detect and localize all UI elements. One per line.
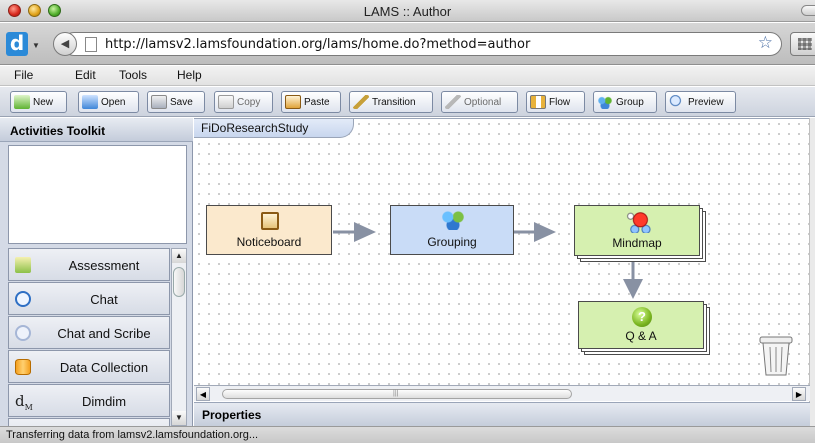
activity-node-grouping[interactable]: Grouping — [390, 205, 514, 255]
toolkit-item-label: Chat and Scribe — [57, 326, 151, 341]
toolkit-description-area — [8, 145, 187, 244]
flow-button-label: Flow — [549, 96, 571, 108]
dropdown-arrow-icon[interactable]: ▼ — [32, 41, 40, 50]
save-button[interactable]: Save — [147, 91, 205, 113]
window-title-bar: LAMS :: Author — [0, 0, 815, 22]
chat-bubble-icon — [15, 291, 31, 307]
browser-navigation-bar: d ▼ ◀ http://lamsv2.lamsfoundation.org/l… — [0, 23, 815, 65]
horizontal-scroll-thumb[interactable]: ||| — [222, 389, 572, 399]
copy-button-label: Copy — [237, 96, 261, 108]
menu-help[interactable]: Help — [177, 68, 202, 82]
open-button-label: Open — [101, 96, 126, 108]
open-button[interactable]: Open — [78, 91, 139, 113]
transition-arrow[interactable] — [513, 222, 556, 242]
toolkit-item-dimdim[interactable]: dM Dimdim — [8, 384, 170, 417]
paste-button-label: Paste — [304, 96, 330, 108]
magnifier-icon — [669, 95, 685, 109]
transition-button[interactable]: Transition — [349, 91, 433, 113]
toolkit-item-data-collection[interactable]: Data Collection — [8, 350, 170, 383]
group-icon — [440, 210, 466, 230]
toolkit-item-chat-and-scribe[interactable]: Chat and Scribe — [8, 316, 170, 349]
paste-icon — [285, 95, 301, 109]
menu-bar: File Edit Tools Help — [0, 66, 815, 86]
authoring-toolbar: New Open Save Copy Paste Transition Opti… — [0, 87, 815, 117]
preview-button[interactable]: Preview — [665, 91, 736, 113]
chat-scribe-icon — [15, 325, 31, 341]
node-label: Mindmap — [612, 236, 662, 250]
mindmap-icon — [625, 209, 653, 233]
assessment-icon — [15, 257, 31, 273]
toolkit-item-next[interactable] — [8, 418, 170, 426]
status-bar-text: Transferring data from lamsv2.lamsfounda… — [0, 426, 815, 443]
group-button[interactable]: Group — [593, 91, 657, 113]
group-button-label: Group — [616, 96, 644, 108]
transition-arrow[interactable] — [333, 222, 376, 242]
noticeboard-icon — [261, 212, 279, 230]
toolkit-scrollbar[interactable]: ▲ ▼ — [171, 248, 187, 426]
properties-panel-header[interactable]: Properties — [194, 402, 810, 426]
activity-node-mindmap[interactable]: Mindmap — [574, 205, 700, 256]
transition-button-label: Transition — [372, 96, 416, 108]
activity-node-noticeboard[interactable]: Noticeboard — [206, 205, 332, 255]
flow-button[interactable]: Flow — [526, 91, 585, 113]
save-icon — [151, 95, 167, 109]
paste-button[interactable]: Paste — [281, 91, 341, 113]
bookmark-star-icon[interactable]: ☆ — [758, 33, 773, 53]
scroll-up-arrow-icon[interactable]: ▲ — [172, 249, 186, 263]
address-bar[interactable]: ◀ http://lamsv2.lamsfoundation.org/lams/… — [53, 32, 782, 56]
new-button-label: New — [33, 96, 54, 108]
activity-node-qa[interactable]: ? Q & A — [578, 301, 704, 349]
url-text[interactable]: http://lamsv2.lamsfoundation.org/lams/ho… — [105, 37, 530, 52]
toolkit-item-label: Data Collection — [59, 360, 149, 375]
toolkit-list: Assessment Chat Chat and Scribe Data Col… — [8, 248, 170, 426]
dimdim-icon: dM — [15, 392, 33, 412]
menu-file[interactable]: File — [14, 68, 33, 82]
node-label: Noticeboard — [236, 235, 302, 249]
scroll-right-arrow-icon[interactable]: ▶ — [792, 387, 806, 401]
optional-button[interactable]: Optional — [441, 91, 518, 113]
new-icon — [14, 95, 30, 109]
transition-arrow[interactable] — [623, 262, 643, 299]
node-label: Q & A — [625, 329, 657, 343]
grip-icon: ||| — [393, 390, 399, 397]
design-canvas[interactable]: FiDoResearchStudy Noticeboard Grouping M… — [194, 118, 810, 385]
scroll-left-arrow-icon[interactable]: ◀ — [196, 387, 210, 401]
database-icon — [15, 359, 31, 375]
question-icon: ? — [632, 307, 652, 327]
toolbar-toggle-button[interactable] — [801, 5, 815, 16]
back-button[interactable]: ◀ — [53, 32, 77, 56]
new-button[interactable]: New — [10, 91, 67, 113]
menu-edit[interactable]: Edit — [75, 68, 96, 82]
preview-button-label: Preview — [688, 96, 724, 108]
node-label: Grouping — [427, 235, 477, 249]
scroll-down-arrow-icon[interactable]: ▼ — [172, 411, 186, 425]
folder-icon — [82, 95, 98, 109]
flow-icon — [530, 95, 546, 109]
page-icon — [85, 37, 97, 52]
pencil-icon — [445, 95, 461, 109]
toolkit-item-label: Chat — [90, 292, 118, 307]
canvas-horizontal-scrollbar[interactable]: ◀ ||| ▶ — [194, 385, 810, 401]
activities-toolkit-panel: Activities Toolkit Assessment Chat Chat … — [0, 118, 193, 426]
toolkit-item-chat[interactable]: Chat — [8, 282, 170, 315]
toolkit-item-assessment[interactable]: Assessment — [8, 248, 170, 281]
copy-button[interactable]: Copy — [214, 91, 273, 113]
save-button-label: Save — [170, 96, 193, 108]
trash-bin-icon[interactable] — [756, 333, 796, 379]
menu-tools[interactable]: Tools — [119, 68, 147, 82]
toolkit-item-label: Dimdim — [81, 394, 127, 409]
copy-icon — [218, 95, 234, 109]
right-edge-scrollbar[interactable] — [809, 118, 815, 426]
scroll-thumb[interactable] — [173, 267, 185, 297]
toolkit-title: Activities Toolkit — [0, 118, 193, 142]
window-title: LAMS :: Author — [363, 4, 452, 19]
toolkit-item-label: Assessment — [68, 258, 140, 273]
browser-logo-icon[interactable]: d — [6, 32, 28, 56]
group-icon — [597, 95, 613, 109]
grid-icon — [798, 38, 812, 50]
optional-button-label: Optional — [464, 96, 502, 108]
pencil-icon — [353, 95, 369, 109]
apps-grid-button[interactable] — [790, 32, 815, 56]
